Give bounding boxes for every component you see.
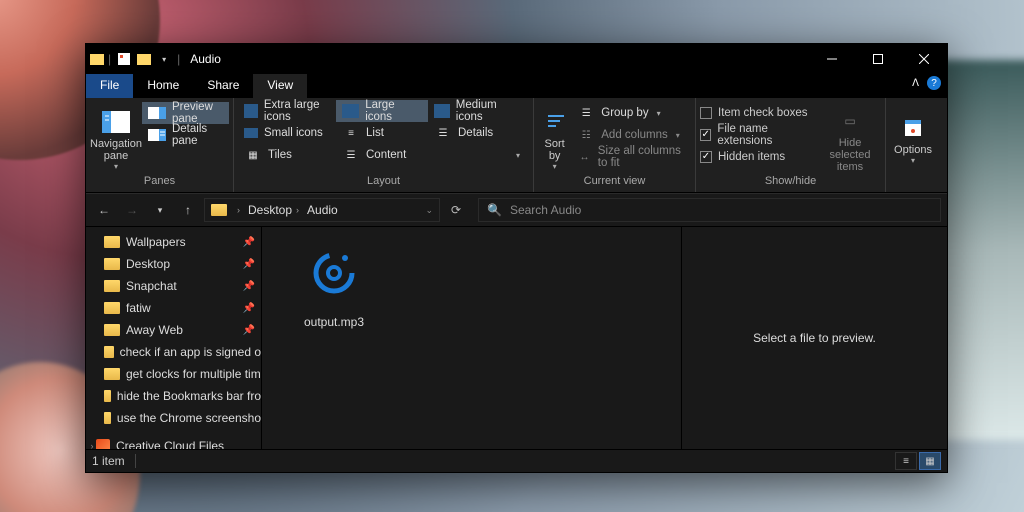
- address-dropdown-icon[interactable]: ⌄: [425, 205, 437, 216]
- layout-list[interactable]: ≡List: [336, 122, 428, 144]
- help-icon[interactable]: ?: [927, 76, 941, 90]
- layout-extra-large[interactable]: Extra large icons: [238, 100, 336, 122]
- file-list-area[interactable]: output.mp3: [262, 227, 681, 449]
- layout-medium[interactable]: Medium icons: [428, 100, 524, 122]
- preview-pane-button[interactable]: Preview pane: [142, 102, 229, 124]
- showhide-group-label: Show/hide: [700, 175, 881, 191]
- tree-item[interactable]: fatiw📌: [86, 297, 261, 319]
- audio-file-icon: [302, 241, 366, 305]
- tree-item[interactable]: get clocks for multiple tim: [86, 363, 261, 385]
- pin-icon: 📌: [243, 325, 255, 336]
- options-button[interactable]: Options ▾: [890, 100, 936, 175]
- up-button[interactable]: ↑: [176, 198, 200, 222]
- breadcrumb-desktop[interactable]: Desktop›: [244, 203, 303, 217]
- layout-scroll-down-icon[interactable]: ▾: [516, 151, 520, 160]
- panes-group-label: Panes: [90, 175, 229, 191]
- titlebar: | ▾ | Audio: [86, 44, 947, 74]
- preview-pane-message: Select a file to preview.: [753, 331, 876, 345]
- tab-file[interactable]: File: [86, 74, 133, 98]
- qat-dropdown-icon[interactable]: ▾: [155, 51, 173, 67]
- layout-details[interactable]: ☰Details: [428, 122, 524, 144]
- layout-group-label: Layout: [238, 175, 529, 191]
- folder-icon: [104, 258, 120, 270]
- folder-icon: [104, 412, 111, 424]
- pin-icon: 📌: [243, 259, 255, 270]
- breadcrumb-chevron[interactable]: ›: [231, 205, 244, 215]
- navigation-pane-button[interactable]: Navigation pane ▾: [90, 100, 142, 175]
- tree-item[interactable]: Wallpapers📌: [86, 231, 261, 253]
- tree-item[interactable]: Away Web📌: [86, 319, 261, 341]
- breadcrumb-audio[interactable]: Audio: [303, 203, 342, 217]
- folder-icon: [104, 280, 120, 292]
- hidden-items-toggle[interactable]: Hidden items: [700, 146, 819, 168]
- qat-properties-icon[interactable]: [115, 51, 133, 67]
- pin-icon: 📌: [243, 303, 255, 314]
- tree-item-creative-cloud[interactable]: › Creative Cloud Files: [86, 435, 261, 449]
- folder-icon: [104, 302, 120, 314]
- layout-small[interactable]: Small icons: [238, 122, 336, 144]
- ribbon-tabs: File Home Share View ᐱ ?: [86, 74, 947, 98]
- back-button[interactable]: ←: [92, 198, 116, 222]
- status-item-count: 1 item: [92, 454, 125, 468]
- tree-item[interactable]: Desktop📌: [86, 253, 261, 275]
- view-large-icons-button[interactable]: ▦: [919, 452, 941, 470]
- pin-icon: 📌: [243, 281, 255, 292]
- qat-new-folder-icon[interactable]: [135, 51, 153, 67]
- address-bar[interactable]: › Desktop› Audio ⌄: [204, 198, 440, 222]
- folder-icon: [104, 390, 111, 402]
- navigation-tree[interactable]: Wallpapers📌Desktop📌Snapchat📌fatiw📌Away W…: [86, 227, 262, 449]
- forward-button[interactable]: →: [120, 198, 144, 222]
- window-title: Audio: [190, 52, 221, 66]
- view-details-button[interactable]: ≡: [895, 452, 917, 470]
- layout-content[interactable]: ☰Content: [336, 144, 428, 166]
- refresh-button[interactable]: ⟳: [444, 198, 468, 222]
- sort-by-button[interactable]: Sort by ▾: [538, 100, 571, 175]
- hide-selected-items-button[interactable]: ▭ Hide selected items: [819, 100, 881, 175]
- layout-large[interactable]: Large icons: [336, 100, 428, 122]
- currentview-group-label: Current view: [538, 175, 691, 191]
- tree-item[interactable]: use the Chrome screensho: [86, 407, 261, 429]
- close-button[interactable]: [901, 44, 947, 74]
- recent-locations-button[interactable]: ▾: [148, 198, 172, 222]
- explorer-window: | ▾ | Audio File Home Share View ᐱ ?: [85, 43, 948, 473]
- address-bar-row: ← → ▾ ↑ › Desktop› Audio ⌄ ⟳ 🔍 Search Au…: [86, 193, 947, 227]
- folder-icon: [104, 368, 120, 380]
- layout-tiles[interactable]: ▦Tiles: [238, 144, 336, 166]
- folder-icon: [104, 324, 120, 336]
- add-columns-button[interactable]: ☷Add columns▾: [571, 124, 691, 146]
- preview-pane-area: Select a file to preview.: [681, 227, 947, 449]
- folder-icon: [104, 346, 114, 358]
- maximize-button[interactable]: [855, 44, 901, 74]
- creative-cloud-icon: [96, 439, 110, 449]
- search-input[interactable]: 🔍 Search Audio: [478, 198, 941, 222]
- file-item-output[interactable]: output.mp3: [286, 241, 382, 329]
- ribbon-collapse-icon[interactable]: ᐱ: [912, 78, 919, 89]
- size-all-columns-button[interactable]: ↔Size all columns to fit: [571, 146, 691, 168]
- group-by-button[interactable]: ☰Group by▾: [571, 102, 691, 124]
- tree-item[interactable]: hide the Bookmarks bar fro: [86, 385, 261, 407]
- tree-item[interactable]: Snapchat📌: [86, 275, 261, 297]
- file-name-extensions-toggle[interactable]: File name extensions: [700, 124, 819, 146]
- pin-icon: 📌: [243, 237, 255, 248]
- minimize-button[interactable]: [809, 44, 855, 74]
- file-item-label: output.mp3: [304, 315, 364, 329]
- search-icon: 🔍: [487, 203, 502, 217]
- tab-view[interactable]: View: [253, 74, 307, 98]
- status-bar: 1 item ≡ ▦: [86, 450, 947, 472]
- address-folder-icon: [211, 204, 227, 216]
- details-pane-button[interactable]: Details pane: [142, 124, 229, 146]
- tree-item[interactable]: check if an app is signed o: [86, 341, 261, 363]
- window-folder-icon: [90, 54, 104, 65]
- ribbon-view: Navigation pane ▾ Preview pane Details p…: [86, 98, 947, 193]
- item-check-boxes-toggle[interactable]: Item check boxes: [700, 102, 819, 124]
- tab-share[interactable]: Share: [193, 74, 253, 98]
- tab-home[interactable]: Home: [133, 74, 193, 98]
- folder-icon: [104, 236, 120, 248]
